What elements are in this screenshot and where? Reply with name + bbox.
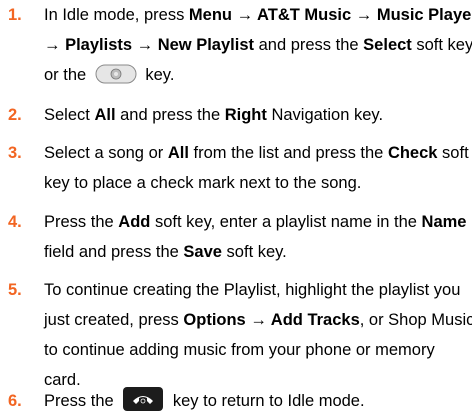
bold-term: All [167, 144, 189, 162]
step-line: or the key. [44, 60, 468, 90]
bold-term: Menu → AT&T Music → Music Player [188, 6, 472, 24]
step-number: 5. [8, 281, 22, 299]
bold-term: Right [224, 106, 267, 124]
step-text: Select a song or All from the list and p… [44, 138, 469, 198]
step-line: Press the key to return to Idle mode. [44, 386, 468, 416]
step-number: 6. [8, 392, 22, 410]
end-key-icon [122, 386, 164, 412]
step-number: 3. [8, 144, 22, 162]
step-text: In Idle mode, press Menu → AT&T Music → … [44, 0, 472, 90]
step-text: Press the Add soft key, enter a playlist… [44, 207, 468, 267]
bold-term: All [94, 106, 116, 124]
step-number: 4. [8, 213, 22, 231]
bold-term: Options → Add Tracks [183, 311, 360, 329]
step-text: Select All and press the Right Navigatio… [44, 100, 468, 130]
instruction-page: 1. In Idle mode, press Menu → AT&T Music… [0, 0, 472, 418]
step-number: 1. [8, 6, 22, 24]
bold-term: Name [421, 213, 467, 231]
step-line: to continue adding music from your phone… [44, 341, 435, 359]
bold-term: Select [363, 36, 412, 54]
bold-term: Check [387, 144, 438, 162]
bold-term: Add [118, 213, 151, 231]
step-line: just created, press Options → Add Tracks… [44, 311, 472, 329]
step-line: Select All and press the Right Navigatio… [44, 106, 384, 124]
step-text: Press the key to return to Idle mode. [44, 386, 468, 416]
bold-term: Save [183, 243, 222, 261]
step-line: Select a song or All from the list and p… [44, 144, 469, 162]
step-line: In Idle mode, press Menu → AT&T Music → … [44, 0, 472, 30]
step-line: To continue creating the Playlist, highl… [44, 281, 461, 299]
step-number: 2. [8, 106, 22, 124]
step-line: → Playlists → New Playlist and press the… [44, 36, 472, 54]
step-line: field and press the Save soft key. [44, 243, 287, 261]
step-text: To continue creating the Playlist, highl… [44, 275, 472, 395]
select-key-icon [95, 64, 137, 84]
step-line: key to place a check mark next to the so… [44, 174, 362, 192]
step-line: Press the Add soft key, enter a playlist… [44, 213, 467, 231]
bold-term: → Playlists → New Playlist [44, 36, 255, 54]
